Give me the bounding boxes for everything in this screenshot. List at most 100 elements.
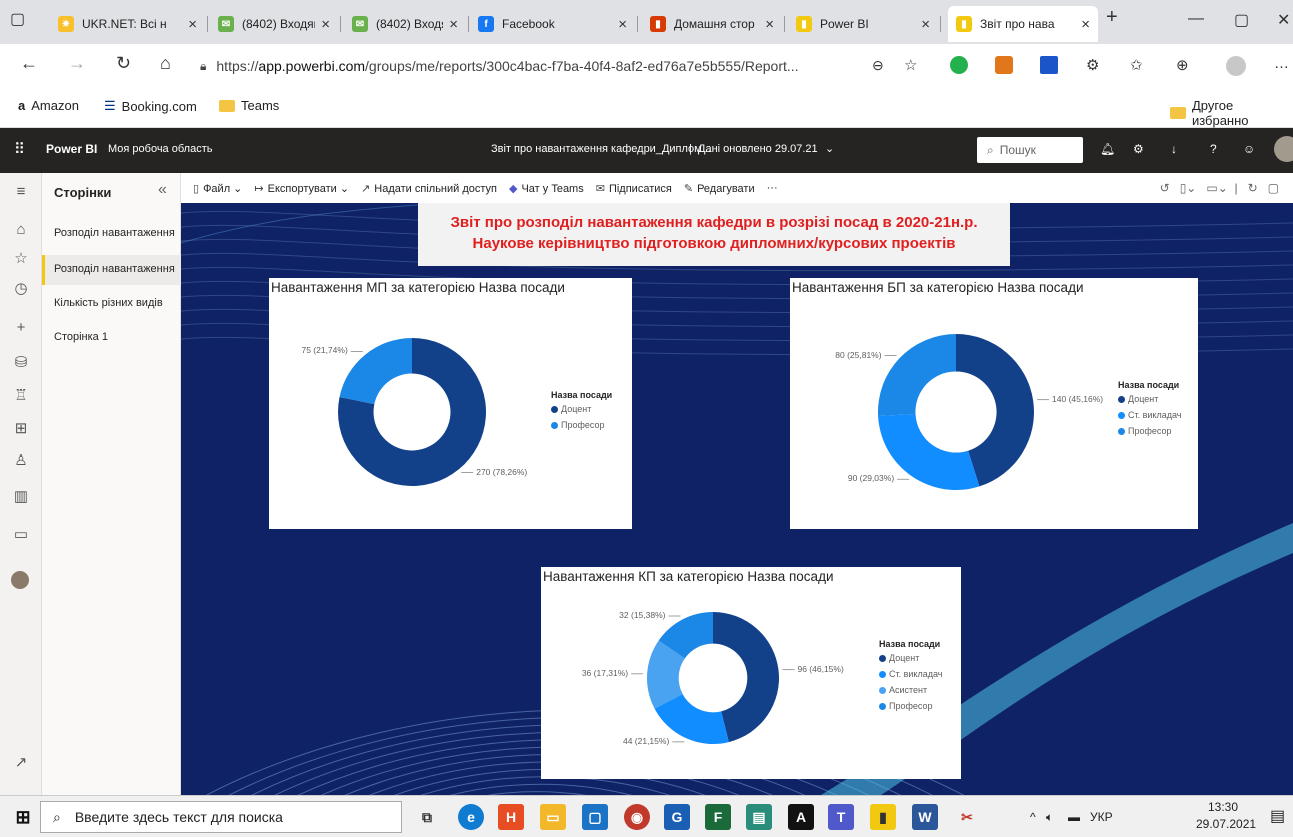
legend-item[interactable]: Ст. викладач	[1118, 410, 1181, 420]
refresh-visuals-icon[interactable]: ↻	[1248, 181, 1258, 195]
legend-item[interactable]: Доцент	[1118, 394, 1181, 404]
app-snip-icon[interactable]: ✂	[954, 804, 980, 830]
language-indicator[interactable]: УКР	[1090, 810, 1113, 824]
legend-item[interactable]: Асистент	[879, 685, 942, 695]
report-title[interactable]: Звіт про навантаження кафедри_Диплом...	[491, 143, 711, 155]
tab-close-icon[interactable]: ×	[1081, 16, 1090, 33]
extensions-icon[interactable]: ⚙	[1086, 56, 1099, 74]
file-menu[interactable]: ▯ Файл ⌄	[193, 182, 242, 195]
user-avatar[interactable]	[1274, 136, 1293, 162]
browser-tab[interactable]: ✷ UKR.NET: Всі н ×	[50, 6, 205, 42]
url-field[interactable]: 🔒︎ https://app.powerbi.com/groups/me/rep…	[200, 52, 930, 80]
home-icon[interactable]: ⌂	[11, 221, 31, 238]
download-icon[interactable]: ↓	[1171, 142, 1177, 156]
datasets-icon[interactable]: ⛁	[11, 353, 31, 371]
tray-chevron-icon[interactable]: ^	[1030, 810, 1036, 824]
feedback-icon[interactable]: ☺	[1243, 142, 1255, 156]
clock-time[interactable]: 13:30	[1208, 800, 1238, 814]
donut-visual-bp[interactable]: Навантаження БП за категорією Назва поса…	[790, 278, 1198, 529]
page-item[interactable]: Кількість різних видів	[42, 289, 181, 319]
legend-item[interactable]: Професор	[879, 701, 942, 711]
browser-tab[interactable]: ▮ Домашня стор ×	[642, 6, 782, 42]
browser-tab[interactable]: f Facebook ×	[470, 6, 635, 42]
browser-tab[interactable]: ✉ (8402) Входящ ×	[210, 6, 338, 42]
home-icon[interactable]: ⌂	[160, 53, 171, 74]
apps-icon[interactable]: ⊞	[11, 419, 31, 437]
fav-amazon[interactable]: a Amazon	[18, 98, 79, 113]
donut-slice[interactable]	[878, 334, 956, 416]
search-input[interactable]: ⌕ Пошук	[977, 137, 1083, 163]
profile-avatar[interactable]	[1226, 56, 1246, 76]
edge-icon[interactable]: e	[458, 804, 484, 830]
expand-icon[interactable]: ↗	[11, 753, 31, 771]
favorite-star-icon[interactable]: ☆	[904, 56, 917, 74]
comments-icon[interactable]: ▢	[1268, 181, 1279, 195]
minimize-icon[interactable]: —	[1188, 10, 1204, 28]
app-red-icon[interactable]: ◉	[624, 804, 650, 830]
subscribe-button[interactable]: ✉ Підписатися	[596, 182, 672, 195]
create-icon[interactable]: +	[11, 319, 31, 336]
collections-icon[interactable]: ⊕	[1176, 56, 1189, 74]
file-explorer-icon[interactable]: ▭	[540, 804, 566, 830]
favorites-icon[interactable]: ☆	[11, 249, 31, 267]
bookmark-icon[interactable]: ▯⌄	[1180, 181, 1197, 195]
donut-slice[interactable]	[339, 338, 412, 405]
start-icon[interactable]: ⊞	[10, 804, 36, 830]
more-actions-button[interactable]: ···	[767, 182, 778, 194]
app-h-icon[interactable]: H	[498, 804, 524, 830]
help-icon[interactable]: ?	[1210, 142, 1217, 156]
export-menu[interactable]: ↦ Експортувати ⌄	[254, 182, 349, 195]
back-icon[interactable]: ←	[20, 53, 38, 74]
app-window-icon[interactable]: ▢	[582, 804, 608, 830]
new-tab-button[interactable]: +	[1106, 6, 1118, 29]
tab-close-icon[interactable]: ×	[188, 16, 197, 33]
hamburger-icon[interactable]: ≡	[11, 183, 31, 200]
app-launcher-icon[interactable]: ⠿	[14, 140, 25, 158]
taskbar-search[interactable]: ⌕ Введите здесь текст для поиска	[40, 801, 402, 833]
page-item[interactable]: Сторінка 1	[42, 323, 181, 353]
extension-metamask-icon[interactable]	[995, 56, 1013, 74]
chevron-down-icon[interactable]: ⌄	[825, 142, 834, 155]
brand-name[interactable]: Power BI	[46, 142, 97, 156]
app-a-icon[interactable]: A	[788, 804, 814, 830]
fav-booking[interactable]: ☰ Booking.com	[104, 98, 197, 114]
tab-close-icon[interactable]: ×	[765, 16, 774, 33]
browser-tab[interactable]: ▮ Звіт про нава ×	[948, 6, 1098, 42]
share-button[interactable]: ↗ Надати спільний доступ	[361, 182, 497, 195]
legend-item[interactable]: Доцент	[551, 404, 612, 414]
page-item[interactable]: Розподіл навантаження	[42, 219, 181, 249]
reset-icon[interactable]: ↺	[1160, 181, 1170, 195]
shared-icon[interactable]: ♙	[11, 451, 31, 469]
tab-close-icon[interactable]: ×	[921, 16, 930, 33]
word-icon[interactable]: W	[912, 804, 938, 830]
more-menu-icon[interactable]: …	[1274, 55, 1289, 72]
close-window-icon[interactable]: ✕	[1277, 10, 1290, 30]
donut-visual-mp[interactable]: Навантаження МП за категорією Назва поса…	[269, 278, 632, 529]
tab-close-icon[interactable]: ×	[449, 16, 458, 33]
donut-visual-kp[interactable]: Навантаження КП за категорією Назва поса…	[541, 567, 961, 779]
updated-status[interactable]: Дані оновлено 29.07.21	[698, 143, 818, 155]
task-view-icon[interactable]: ⧉	[414, 804, 440, 830]
fav-other[interactable]: Другое избранно	[1170, 98, 1293, 128]
goals-icon[interactable]: ♖	[11, 386, 31, 404]
legend-item[interactable]: Професор	[1118, 426, 1181, 436]
zoom-icon[interactable]: ⊖	[872, 57, 884, 74]
clock-date[interactable]: 29.07.2021	[1196, 817, 1256, 831]
maximize-icon[interactable]: ▢	[1234, 10, 1249, 30]
workspaces-icon[interactable]: ▭	[11, 525, 31, 543]
notification-center-icon[interactable]: ▤	[1270, 806, 1285, 826]
workspace-link[interactable]: Моя робоча область	[108, 143, 212, 155]
legend-item[interactable]: Професор	[551, 420, 612, 430]
legend-item[interactable]: Доцент	[879, 653, 942, 663]
recent-icon[interactable]: ◷	[11, 279, 31, 297]
app-f-icon[interactable]: F	[705, 804, 731, 830]
view-icon[interactable]: ▭⌄	[1206, 181, 1227, 195]
browser-tab[interactable]: ✉ (8402) Входящ ×	[344, 6, 466, 42]
app-chat-icon[interactable]: ▤	[746, 804, 772, 830]
tab-actions-icon[interactable]: ▢	[10, 9, 25, 29]
app-g-icon[interactable]: G	[664, 804, 690, 830]
extension-grammarly-icon[interactable]	[950, 56, 968, 74]
legend-item[interactable]: Ст. викладач	[879, 669, 942, 679]
extension-arrow-icon[interactable]	[1040, 56, 1058, 74]
learn-icon[interactable]: ▥	[11, 487, 31, 505]
